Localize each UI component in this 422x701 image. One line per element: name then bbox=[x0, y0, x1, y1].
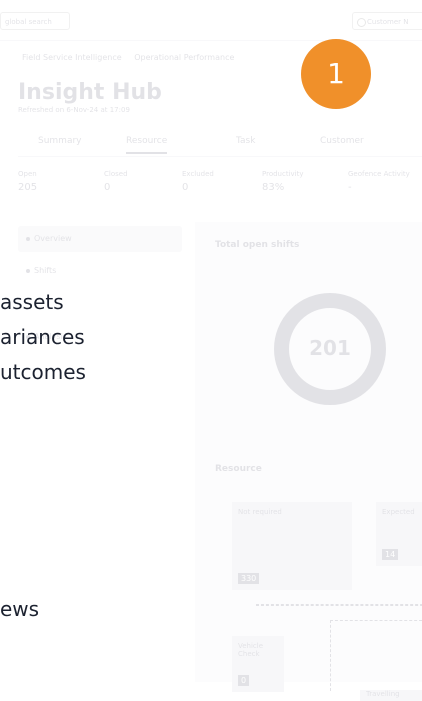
flow-connector bbox=[330, 620, 422, 691]
tab-customer[interactable]: Customer bbox=[320, 136, 364, 146]
stat-label: Productivity bbox=[262, 170, 304, 178]
overlay-text-line: assets bbox=[0, 290, 64, 314]
resource-box-label: Not required bbox=[238, 508, 282, 516]
tab-resource[interactable]: Resource bbox=[126, 136, 168, 154]
resource-box-label: Vehicle Check bbox=[238, 642, 264, 658]
stat-value: 0 bbox=[182, 182, 189, 193]
breadcrumb-item[interactable]: Operational Performance bbox=[134, 53, 234, 62]
resource-box-value: 0 bbox=[238, 675, 250, 686]
stat-value: 205 bbox=[18, 182, 38, 193]
stat-value: 0 bbox=[104, 182, 111, 193]
flow-connector bbox=[256, 604, 422, 606]
customer-icon bbox=[357, 18, 366, 27]
tab-bar: Summary Resource Task Customer bbox=[18, 132, 422, 157]
tab-task[interactable]: Task bbox=[236, 136, 255, 146]
breadcrumb-item[interactable]: Field Service Intelligence bbox=[22, 53, 122, 62]
resource-box-not-required[interactable]: Not required 330 bbox=[232, 502, 352, 590]
stat-closed: Closed 0 bbox=[104, 170, 128, 193]
breadcrumb: Field Service Intelligence Operational P… bbox=[22, 53, 244, 62]
tab-summary[interactable]: Summary bbox=[38, 136, 82, 146]
stat-label: Closed bbox=[104, 170, 128, 178]
resource-box-travelling[interactable]: Travelling bbox=[360, 690, 422, 701]
sidebar-item-label: Overview bbox=[34, 234, 72, 243]
overlay-text-line: ews bbox=[0, 597, 40, 621]
bullet-icon bbox=[26, 269, 30, 273]
top-bar: global search Customer N bbox=[0, 0, 422, 41]
stat-excluded: Excluded 0 bbox=[182, 170, 214, 193]
search-input[interactable]: global search bbox=[0, 12, 70, 30]
resource-box-label: Travelling bbox=[366, 690, 400, 698]
resource-box-vehicle-check[interactable]: Vehicle Check 0 bbox=[232, 636, 284, 692]
shifts-card bbox=[195, 222, 422, 682]
background-app: global search Customer N Field Service I… bbox=[0, 0, 422, 701]
customer-nav-button[interactable]: Customer N bbox=[352, 12, 422, 30]
stat-geofence: Geofence Activity - bbox=[348, 170, 410, 193]
stat-label: Geofence Activity bbox=[348, 170, 410, 178]
overlay-text-line: utcomes bbox=[0, 360, 86, 384]
sidebar-item-shifts[interactable]: Shifts bbox=[18, 258, 182, 284]
customer-nav-label: Customer N bbox=[367, 18, 409, 26]
page-subtitle: Refreshed on 6-Nov-24 at 17:09 bbox=[18, 106, 130, 114]
stat-open: Open 205 bbox=[18, 170, 37, 193]
resource-box-value: 14 bbox=[382, 549, 399, 560]
sidebar-item-label: Shifts bbox=[34, 266, 57, 275]
bullet-icon bbox=[26, 237, 30, 241]
stat-value: - bbox=[348, 182, 352, 193]
resource-box-expected[interactable]: Expected 14 bbox=[376, 502, 422, 566]
card-title: Total open shifts bbox=[215, 240, 300, 250]
page-title: Insight Hub bbox=[18, 80, 162, 105]
resource-title: Resource bbox=[215, 464, 262, 474]
sidebar-item-overview[interactable]: Overview bbox=[18, 226, 182, 252]
resource-box-value: 330 bbox=[238, 573, 260, 584]
stat-productivity: Productivity 83% bbox=[262, 170, 304, 193]
donut-value: 201 bbox=[309, 336, 351, 360]
resource-box-label: Expected bbox=[382, 508, 415, 516]
stat-label: Open bbox=[18, 170, 37, 178]
step-number-badge: 1 bbox=[301, 39, 371, 109]
stat-value: 83% bbox=[262, 182, 285, 193]
stat-label: Excluded bbox=[182, 170, 214, 178]
overlay-text-line: ariances bbox=[0, 325, 85, 349]
